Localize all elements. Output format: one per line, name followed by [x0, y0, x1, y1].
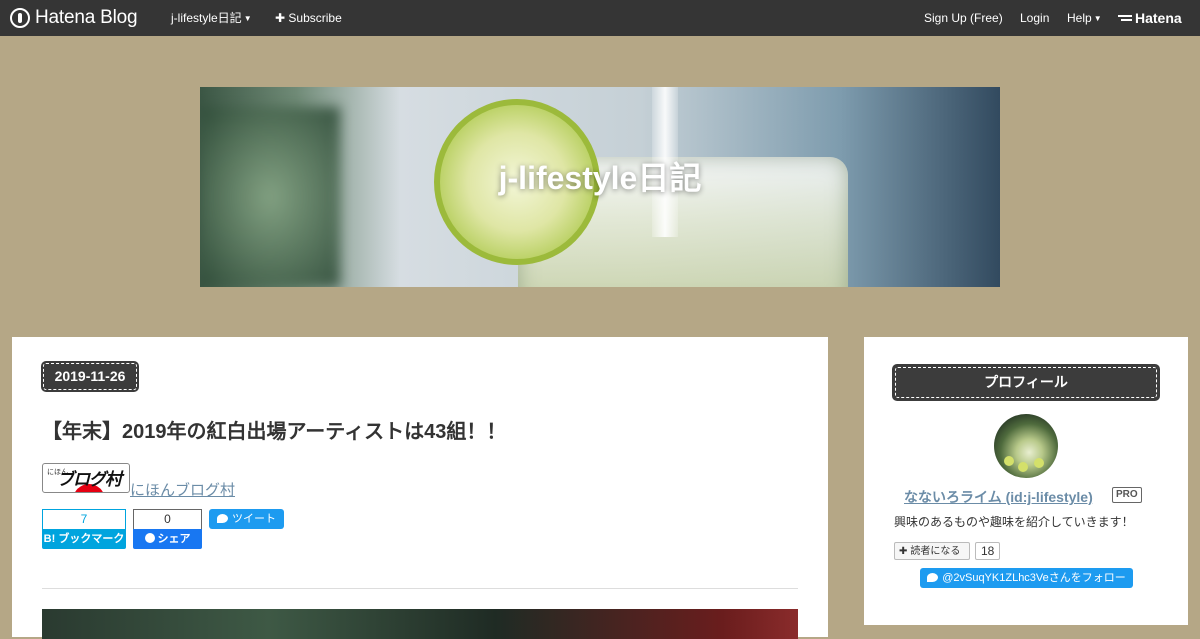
signup-link[interactable]: Sign Up (Free): [924, 0, 1003, 36]
plus-icon: ✚: [275, 11, 286, 25]
facebook-share-button[interactable]: 0 シェア: [133, 509, 202, 549]
subscribe-reader-button[interactable]: ✚ 読者になる: [894, 542, 970, 560]
profile-description: 興味のあるものや趣味を紹介していきます！: [894, 515, 1134, 529]
pro-badge: PRO: [1112, 487, 1142, 503]
subscribe-label: Subscribe: [288, 11, 342, 25]
login-label: Login: [1020, 11, 1050, 25]
blog-menu[interactable]: j-lifestyle日記 ▼: [171, 0, 252, 36]
blogmura-banner[interactable]: にほん ブログ村: [42, 463, 130, 493]
subscribe-button[interactable]: ✚ Subscribe: [275, 0, 342, 36]
login-link[interactable]: Login: [1020, 0, 1049, 36]
sidebar-profile-module: プロフィール なないろライム (id:j-lifestyle) PRO 興味のあ…: [864, 337, 1188, 625]
avatar[interactable]: [994, 414, 1058, 478]
tweet-label: ツイート: [232, 513, 276, 525]
caret-down-icon: ▼: [1093, 14, 1102, 23]
plus-icon: ✚: [899, 546, 908, 557]
avatar-lime-dot: [1034, 458, 1044, 468]
twitter-follow-button[interactable]: @2vSuqYK1ZLhc3Veさんをフォロー: [920, 568, 1133, 588]
hatena-bookmark-button[interactable]: 7 B! ブックマーク: [42, 509, 126, 549]
blog-menu-label: j-lifestyle日記: [171, 11, 242, 25]
entry-divider: [42, 588, 798, 589]
help-menu[interactable]: Help ▼: [1067, 0, 1102, 36]
entry-date-badge[interactable]: 2019-11-26: [41, 361, 139, 392]
blogmura-banner-text: ブログ村: [57, 470, 122, 489]
blogmura-link[interactable]: にほんブログ村: [130, 479, 235, 500]
tweet-button[interactable]: ツイート: [209, 509, 284, 529]
facebook-share-label: シェア: [157, 533, 191, 545]
twitter-bird-icon: [217, 514, 228, 523]
twitter-follow-label: @2vSuqYK1ZLhc3Veさんをフォロー: [942, 572, 1126, 584]
avatar-lime-dot: [1004, 456, 1014, 466]
hatena-brand-label: Hatena: [1135, 10, 1182, 26]
facebook-icon: [144, 533, 155, 543]
logo-text: Hatena Blog: [35, 7, 138, 28]
caret-down-icon: ▼: [243, 14, 252, 23]
article-container: 2019-11-26 【年末】2019年の紅白出場アーティストは43組！！ にほ…: [12, 337, 828, 639]
signup-label: Sign Up (Free): [924, 11, 1003, 25]
hatena-mark-icon: [1118, 13, 1132, 23]
subscribe-reader-label: 読者になる: [910, 546, 961, 557]
blog-title[interactable]: j-lifestyle日記: [200, 87, 1000, 287]
hatena-bookmark-label: B! ブックマーク: [42, 529, 126, 549]
profile-heading-box: プロフィール: [892, 364, 1160, 401]
hatena-blog-logo[interactable]: Hatena Blog: [10, 0, 138, 36]
twitter-bird-icon: [927, 573, 939, 582]
reader-count: 18: [975, 542, 1001, 560]
entry-title[interactable]: 【年末】2019年の紅白出場アーティストは43組！！: [42, 415, 506, 444]
top-nav-bar: Hatena Blog j-lifestyle日記 ▼ ✚ Subscribe S…: [0, 0, 1200, 36]
profile-name-link[interactable]: なないろライム (id:j-lifestyle): [904, 487, 1093, 507]
help-label: Help: [1067, 11, 1092, 25]
profile-heading: プロフィール: [895, 367, 1157, 398]
hatena-bookmark-count: 7: [42, 509, 126, 529]
facebook-share-label-wrap: シェア: [133, 529, 202, 549]
hatena-blog-icon: [10, 8, 30, 28]
blog-header-banner[interactable]: j-lifestyle日記: [200, 87, 1000, 287]
entry-date: 2019-11-26: [43, 363, 137, 390]
article-image: [42, 609, 798, 639]
hatena-brand-link[interactable]: Hatena: [1118, 0, 1182, 36]
facebook-share-count: 0: [133, 509, 202, 529]
avatar-lime-dot: [1018, 462, 1028, 472]
